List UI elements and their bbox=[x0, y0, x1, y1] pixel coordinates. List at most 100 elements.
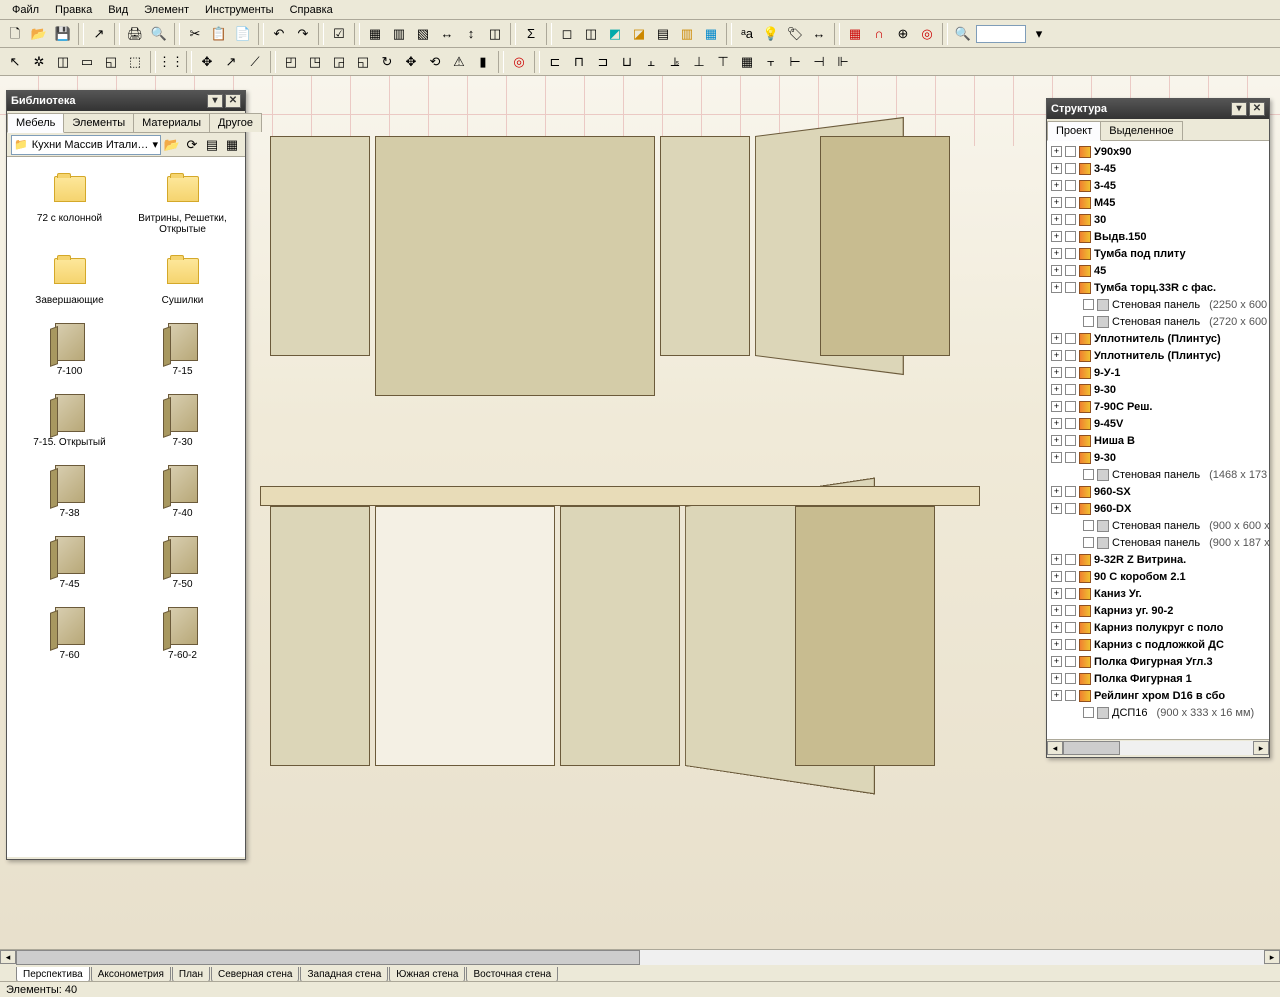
mv2-icon[interactable]: ✥ bbox=[400, 51, 422, 73]
close-icon[interactable]: ✕ bbox=[225, 94, 241, 108]
tree-node[interactable]: Стеновая панель(2250 x 600 bbox=[1049, 296, 1267, 313]
light-icon[interactable]: 💡 bbox=[760, 23, 782, 45]
globe-icon[interactable]: ⊕ bbox=[892, 23, 914, 45]
tree-node[interactable]: +Полка Фигурная Угл.3 bbox=[1049, 653, 1267, 670]
checkbox[interactable] bbox=[1065, 146, 1076, 157]
tree-node[interactable]: +9-45V bbox=[1049, 415, 1267, 432]
scroll-thumb[interactable] bbox=[16, 950, 640, 965]
rot-icon[interactable]: ↻ bbox=[376, 51, 398, 73]
grid-icon[interactable]: ▦ bbox=[844, 23, 866, 45]
minimize-icon[interactable]: ▾ bbox=[207, 94, 223, 108]
a8-icon[interactable]: ⊤ bbox=[712, 51, 734, 73]
minimize-icon[interactable]: ▾ bbox=[1231, 102, 1247, 116]
tree-node[interactable]: +3-45 bbox=[1049, 177, 1267, 194]
target-icon[interactable]: ◎ bbox=[916, 23, 938, 45]
t4-icon[interactable]: ⬚ bbox=[124, 51, 146, 73]
pt-icon[interactable]: ⟋ bbox=[244, 51, 266, 73]
tree-node[interactable]: +45 bbox=[1049, 262, 1267, 279]
magnet-icon[interactable]: ∩ bbox=[868, 23, 890, 45]
dimension-h-icon[interactable]: ↔ bbox=[436, 23, 458, 45]
undo-icon[interactable]: ↶ bbox=[268, 23, 290, 45]
checkbox[interactable] bbox=[1065, 265, 1076, 276]
grid2-icon[interactable]: ⋮⋮ bbox=[160, 51, 182, 73]
measure-icon[interactable]: ↔ bbox=[808, 23, 830, 45]
export-icon[interactable]: ↗ bbox=[88, 23, 110, 45]
box5-icon[interactable]: ▤ bbox=[652, 23, 674, 45]
library-item[interactable]: 7-40 bbox=[128, 460, 237, 523]
expand-icon[interactable]: + bbox=[1051, 163, 1062, 174]
expand-icon[interactable]: + bbox=[1051, 248, 1062, 259]
checkbox[interactable] bbox=[1065, 333, 1076, 344]
tab-project[interactable]: Проект bbox=[1047, 121, 1101, 141]
scroll-left-icon[interactable]: ◂ bbox=[0, 950, 16, 964]
close-icon[interactable]: ✕ bbox=[1249, 102, 1265, 116]
text-icon[interactable]: ᵃa bbox=[736, 23, 758, 45]
tree-node[interactable]: +Ниша В bbox=[1049, 432, 1267, 449]
tree-node[interactable]: +Карниз уг. 90-2 bbox=[1049, 602, 1267, 619]
menu-element[interactable]: Элемент bbox=[136, 2, 197, 18]
expand-icon[interactable]: + bbox=[1051, 452, 1062, 463]
sum-icon[interactable]: Σ bbox=[520, 23, 542, 45]
library-item[interactable]: 7-50 bbox=[128, 531, 237, 594]
cut-icon[interactable]: ✂ bbox=[184, 23, 206, 45]
tree-node[interactable]: +Каниз Уг. bbox=[1049, 585, 1267, 602]
view-render-icon[interactable]: ▧ bbox=[412, 23, 434, 45]
library-item[interactable]: Витрины, Решетки, Открытые bbox=[128, 165, 237, 239]
target2-icon[interactable]: ◎ bbox=[508, 51, 530, 73]
view-plan-icon[interactable]: ▥ bbox=[388, 23, 410, 45]
expand-icon[interactable]: + bbox=[1051, 605, 1062, 616]
expand-icon[interactable]: + bbox=[1051, 214, 1062, 225]
menu-help[interactable]: Справка bbox=[282, 2, 341, 18]
checkbox[interactable] bbox=[1065, 605, 1076, 616]
cursor2-icon[interactable]: ↗ bbox=[220, 51, 242, 73]
library-item[interactable]: 7-15 bbox=[128, 318, 237, 381]
checkbox[interactable] bbox=[1065, 503, 1076, 514]
t3-icon[interactable]: ◱ bbox=[100, 51, 122, 73]
expand-icon[interactable]: + bbox=[1051, 435, 1062, 446]
checkbox[interactable] bbox=[1083, 316, 1094, 327]
tree-node[interactable]: Стеновая панель(900 x 600 x bbox=[1049, 517, 1267, 534]
expand-icon[interactable]: + bbox=[1051, 180, 1062, 191]
checkbox[interactable] bbox=[1083, 299, 1094, 310]
dropdown-icon[interactable]: ▾ bbox=[152, 138, 158, 151]
scroll-left-icon[interactable]: ◂ bbox=[1047, 741, 1063, 755]
box6-icon[interactable]: ▥ bbox=[676, 23, 698, 45]
tree-node[interactable]: +7-90С Реш. bbox=[1049, 398, 1267, 415]
menu-file[interactable]: Файл bbox=[4, 2, 47, 18]
a9-icon[interactable]: ▦ bbox=[736, 51, 758, 73]
checkbox[interactable] bbox=[1065, 418, 1076, 429]
r2-icon[interactable]: ◳ bbox=[304, 51, 326, 73]
checkbox[interactable] bbox=[1083, 537, 1094, 548]
tree-node[interactable]: +У90х90 bbox=[1049, 143, 1267, 160]
box4-icon[interactable]: ◪ bbox=[628, 23, 650, 45]
cursor-icon[interactable]: ↖ bbox=[4, 51, 26, 73]
tree-node[interactable]: +Карниз полукруг с поло bbox=[1049, 619, 1267, 636]
view-3d-icon[interactable]: ▦ bbox=[364, 23, 386, 45]
checkbox[interactable] bbox=[1065, 690, 1076, 701]
expand-icon[interactable]: + bbox=[1051, 503, 1062, 514]
tree-node[interactable]: +Тумба под плиту bbox=[1049, 245, 1267, 262]
checkbox[interactable] bbox=[1065, 180, 1076, 191]
tree-node[interactable]: +Уплотнитель (Плинтус) bbox=[1049, 330, 1267, 347]
library-item[interactable]: Завершающие bbox=[15, 247, 124, 310]
tree-node[interactable]: +9-32R Z Витрина. bbox=[1049, 551, 1267, 568]
a1-icon[interactable]: ⊏ bbox=[544, 51, 566, 73]
expand-icon[interactable]: + bbox=[1051, 571, 1062, 582]
expand-icon[interactable]: + bbox=[1051, 418, 1062, 429]
zoom-fit-icon[interactable]: ▾ bbox=[1028, 23, 1050, 45]
move-icon[interactable]: ✥ bbox=[196, 51, 218, 73]
tree-node[interactable]: +960-SX bbox=[1049, 483, 1267, 500]
library-item[interactable]: 7-45 bbox=[15, 531, 124, 594]
label-icon[interactable]: 🏷 bbox=[784, 23, 806, 45]
checkbox[interactable] bbox=[1065, 486, 1076, 497]
tree-node[interactable]: +3-45 bbox=[1049, 160, 1267, 177]
expand-icon[interactable]: + bbox=[1051, 350, 1062, 361]
checkbox[interactable] bbox=[1065, 656, 1076, 667]
r4-icon[interactable]: ◱ bbox=[352, 51, 374, 73]
expand-icon[interactable]: + bbox=[1051, 690, 1062, 701]
open-icon[interactable]: 📂 bbox=[28, 23, 50, 45]
box2-icon[interactable]: ◫ bbox=[580, 23, 602, 45]
tree-node[interactable]: +М45 bbox=[1049, 194, 1267, 211]
library-item[interactable]: 7-60 bbox=[15, 602, 124, 665]
expand-icon[interactable]: + bbox=[1051, 588, 1062, 599]
